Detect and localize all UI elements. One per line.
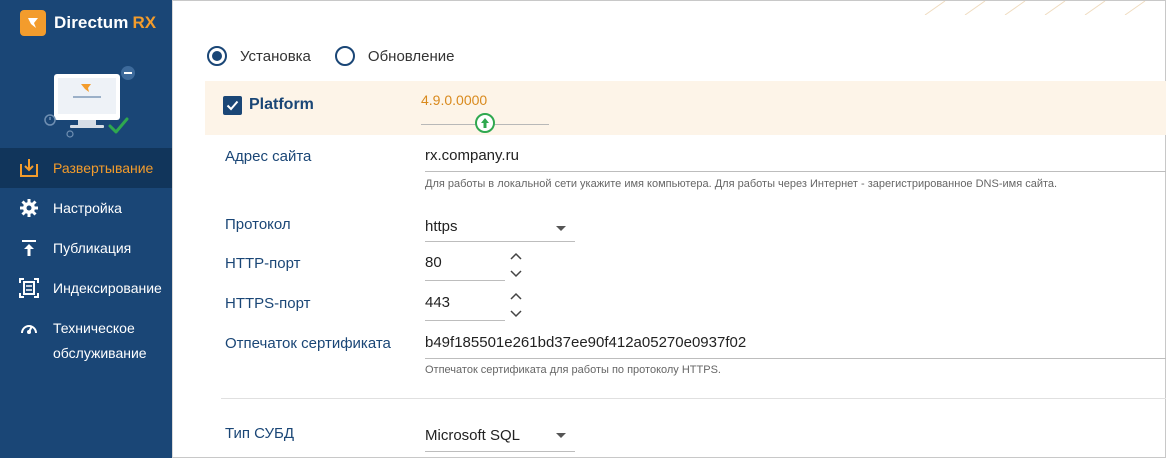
site-address-hint: Для работы в локальной сети укажите имя … xyxy=(425,178,1058,190)
publish-icon xyxy=(18,237,40,259)
header-decoration xyxy=(905,1,1165,15)
https-port-stepper[interactable] xyxy=(509,291,523,324)
section-divider xyxy=(221,398,1166,399)
sidebar-nav: Развертывание Настройка Публикация Индек… xyxy=(0,148,172,364)
sidebar-item-label-line2: обслуживание xyxy=(53,345,147,361)
main-panel: Установка Обновление Platform 4.9.0.0000… xyxy=(172,0,1166,458)
mode-selector: Установка Обновление xyxy=(207,46,479,66)
sidebar-item-label: Техническое обслуживание xyxy=(53,316,147,366)
dbms-type-label: Тип СУБД xyxy=(225,425,295,442)
cert-thumbprint-hint: Отпечаток сертификата для работы по прот… xyxy=(425,364,721,376)
sidebar-item-label: Публикация xyxy=(53,240,132,256)
app-name-accent: RX xyxy=(132,13,157,32)
platform-label: Platform xyxy=(249,96,314,113)
deploy-icon xyxy=(18,157,40,179)
check-icon xyxy=(226,100,239,111)
version-slider-thumb[interactable] xyxy=(475,113,495,133)
computer-illustration xyxy=(40,62,140,142)
https-port-underline xyxy=(425,320,505,321)
gear-icon xyxy=(18,197,40,219)
http-port-input[interactable]: 80 xyxy=(425,254,442,271)
logo-icon xyxy=(20,10,46,36)
https-port-input[interactable]: 443 xyxy=(425,294,450,311)
http-port-stepper[interactable] xyxy=(509,251,523,284)
sidebar-item-index[interactable]: Индексирование xyxy=(0,268,172,308)
https-port-label: HTTPS-порт xyxy=(225,295,311,312)
maintenance-icon xyxy=(18,318,40,340)
sidebar-item-label-line1: Техническое xyxy=(53,320,135,336)
app-name: Directum xyxy=(54,13,129,32)
sidebar-item-label: Развертывание xyxy=(53,160,154,176)
protocol-label: Протокол xyxy=(225,216,291,233)
platform-row: Platform 4.9.0.0000 xyxy=(205,81,1166,135)
site-address-input[interactable]: rx.company.ru xyxy=(425,147,519,164)
platform-version: 4.9.0.0000 xyxy=(421,92,488,108)
protocol-select[interactable]: https xyxy=(425,218,458,235)
http-port-underline xyxy=(425,280,505,281)
sidebar-item-maintenance[interactable]: Техническое обслуживание xyxy=(0,308,172,364)
radio-update[interactable] xyxy=(334,46,355,66)
dbms-type-select[interactable]: Microsoft SQL xyxy=(425,427,520,444)
sidebar-item-deploy[interactable]: Развертывание xyxy=(0,148,172,188)
chevron-down-icon[interactable] xyxy=(556,433,566,438)
dbms-type-underline xyxy=(425,451,575,452)
platform-checkbox[interactable] xyxy=(223,96,242,115)
app-logo: Directum RX xyxy=(20,10,156,36)
sidebar-item-label: Настройка xyxy=(53,200,122,216)
chevron-down-icon[interactable] xyxy=(556,226,566,231)
site-address-underline xyxy=(425,171,1166,172)
arrow-up-icon xyxy=(481,118,489,128)
http-port-label: HTTP-порт xyxy=(225,255,301,272)
sidebar-item-settings[interactable]: Настройка xyxy=(0,188,172,228)
site-address-label: Адрес сайта xyxy=(225,148,312,165)
sidebar-item-publish[interactable]: Публикация xyxy=(0,228,172,268)
radio-install-label[interactable]: Установка xyxy=(240,48,311,65)
radio-update-label[interactable]: Обновление xyxy=(368,48,455,65)
sidebar: Directum RX Развертывание Настройка Публ… xyxy=(0,0,172,458)
sidebar-item-label: Индексирование xyxy=(53,280,162,296)
cert-thumbprint-underline xyxy=(425,358,1166,359)
protocol-underline xyxy=(425,241,575,242)
cert-thumbprint-input[interactable]: b49f185501e261bd37ee90f412a05270e0937f02 xyxy=(425,334,746,351)
radio-install[interactable] xyxy=(207,46,227,66)
index-icon xyxy=(18,277,40,299)
cert-thumbprint-label: Отпечаток сертификата xyxy=(225,335,391,352)
